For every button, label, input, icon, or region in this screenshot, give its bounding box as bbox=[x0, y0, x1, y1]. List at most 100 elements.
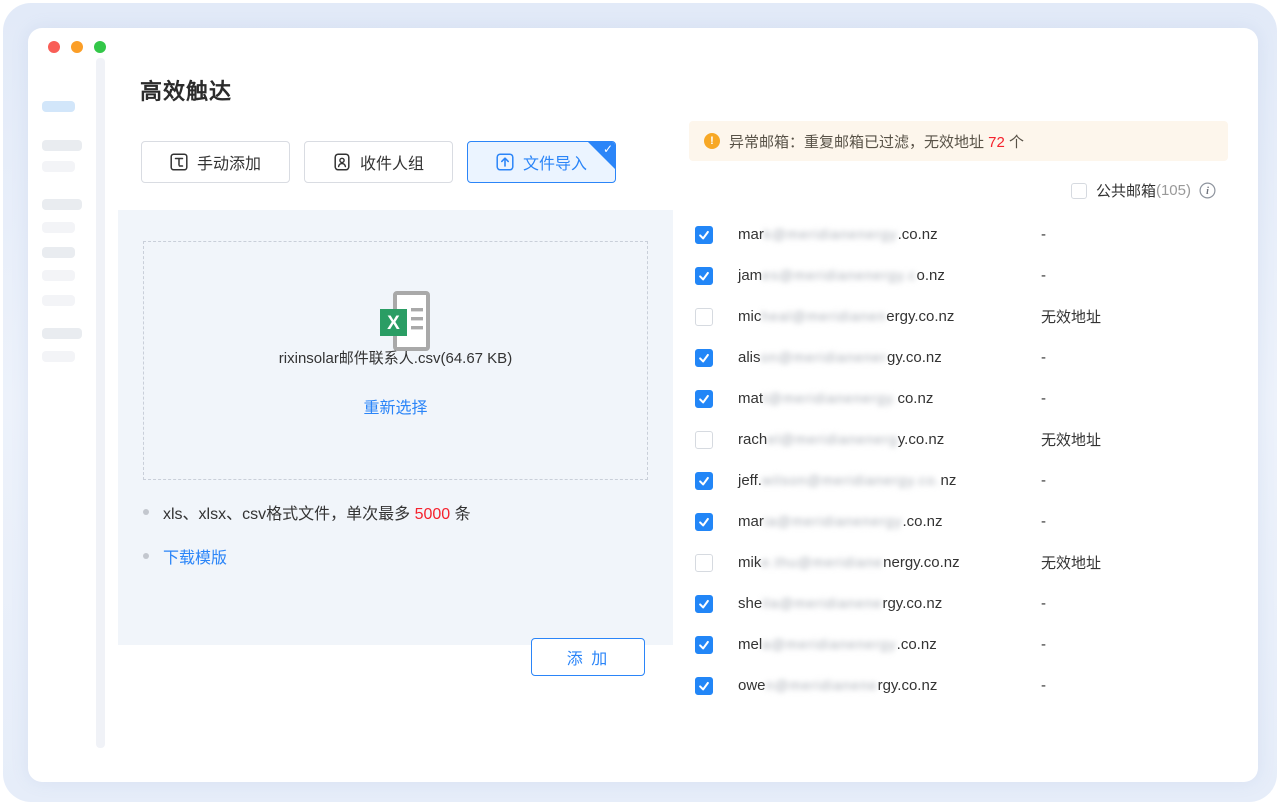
recipient-row: sheila@meridianenergy.co.nz - bbox=[689, 583, 1228, 624]
recipient-email: james@meridianenergy.co.nz bbox=[738, 267, 945, 284]
sidebar-item[interactable] bbox=[42, 161, 75, 172]
check-icon bbox=[698, 352, 710, 364]
recipient-row: james@meridianenergy.co.nz - bbox=[689, 255, 1228, 296]
minimize-window-button[interactable] bbox=[71, 41, 83, 53]
email-visible-prefix: mar bbox=[738, 513, 764, 530]
email-visible-prefix: mat bbox=[738, 390, 763, 407]
recipient-email: rachel@meridianenergy.co.nz bbox=[738, 431, 944, 448]
email-visible-suffix: rgy.co.nz bbox=[878, 677, 938, 694]
download-template-link[interactable]: 下载模版 bbox=[163, 544, 227, 568]
svg-text:X: X bbox=[387, 313, 400, 334]
svg-text:i: i bbox=[1206, 186, 1209, 197]
recipient-checkbox[interactable] bbox=[695, 226, 713, 244]
tab-manual-add[interactable]: 手动添加 bbox=[141, 141, 290, 183]
recipient-email: maria@meridianenergy.co.nz bbox=[738, 513, 942, 530]
zoom-window-button[interactable] bbox=[94, 41, 106, 53]
email-masked-middle: k@meridianenergy bbox=[764, 226, 898, 242]
recipient-checkbox[interactable] bbox=[695, 390, 713, 408]
recipient-email: mark@meridianenergy.co.nz bbox=[738, 226, 938, 243]
recipient-email: mela@meridianenergy.co.nz bbox=[738, 636, 937, 653]
email-masked-middle: n@meridianene bbox=[766, 677, 878, 693]
recipient-row: matt@meridianenergy.co.nz - bbox=[689, 378, 1228, 419]
sidebar-item[interactable] bbox=[42, 351, 75, 362]
add-button[interactable]: 添 加 bbox=[531, 638, 645, 676]
recipient-status: - bbox=[1041, 390, 1046, 407]
recipient-row: jeff.wilson@meridianergy.co.nz - bbox=[689, 460, 1228, 501]
app-window: 高效触达 手动添加 收件人组 bbox=[28, 28, 1258, 782]
tab-file-import[interactable]: 文件导入 ✓ bbox=[467, 141, 616, 183]
recipient-status: - bbox=[1041, 677, 1046, 694]
recipient-checkbox[interactable] bbox=[695, 349, 713, 367]
recipient-status: - bbox=[1041, 267, 1046, 284]
email-visible-prefix: mel bbox=[738, 636, 762, 653]
recipient-checkbox[interactable] bbox=[695, 513, 713, 531]
recipient-status: - bbox=[1041, 636, 1046, 653]
sidebar-item[interactable] bbox=[42, 247, 75, 258]
abnormal-mailbox-alert: ! 异常邮箱：重复邮箱已过滤，无效地址 72 个 bbox=[689, 121, 1228, 161]
alert-text: 个 bbox=[1005, 134, 1024, 151]
hint-text: 条 bbox=[450, 506, 470, 523]
recipient-status: - bbox=[1041, 595, 1046, 612]
add-method-tabs: 手动添加 收件人组 文件导入 ✓ bbox=[141, 141, 616, 183]
recipient-status: 无效地址 bbox=[1041, 429, 1101, 450]
sidebar-item[interactable] bbox=[42, 270, 75, 281]
recipient-list: mark@meridianenergy.co.nz - james@meridi… bbox=[689, 214, 1228, 706]
sidebar-item[interactable] bbox=[42, 328, 82, 339]
file-upload-panel: X rixinsolar邮件联系人.csv(64.67 KB) 重新选择 xls… bbox=[118, 210, 673, 645]
bullet-dot bbox=[143, 553, 149, 559]
recipient-email: alison@meridianenergy.co.nz bbox=[738, 349, 942, 366]
email-masked-middle: wilson@meridianergy.co. bbox=[762, 472, 941, 488]
email-visible-prefix: alis bbox=[738, 349, 761, 366]
window-controls bbox=[48, 41, 106, 53]
recipient-checkbox[interactable] bbox=[695, 636, 713, 654]
email-masked-middle: ila@meridianene bbox=[762, 595, 882, 611]
tab-recipient-group[interactable]: 收件人组 bbox=[304, 141, 453, 183]
recipient-row: alison@meridianenergy.co.nz - bbox=[689, 337, 1228, 378]
public-mailbox-checkbox[interactable] bbox=[1071, 183, 1087, 199]
recipient-email: jeff.wilson@meridianergy.co.nz bbox=[738, 472, 956, 489]
recipient-email: mike.thu@meridianenergy.co.nz bbox=[738, 554, 960, 571]
check-icon bbox=[698, 270, 710, 282]
sidebar-item[interactable] bbox=[42, 199, 82, 210]
invalid-count: 72 bbox=[988, 134, 1005, 151]
check-icon bbox=[698, 393, 710, 405]
check-icon bbox=[698, 229, 710, 241]
recipient-checkbox[interactable] bbox=[695, 595, 713, 613]
email-visible-suffix: nz bbox=[940, 472, 956, 489]
recipient-email: sheila@meridianenergy.co.nz bbox=[738, 595, 942, 612]
sidebar-divider bbox=[96, 58, 105, 748]
file-dropzone[interactable]: X rixinsolar邮件联系人.csv(64.67 KB) 重新选择 bbox=[143, 241, 648, 480]
email-visible-suffix: .co.nz bbox=[898, 226, 938, 243]
check-icon bbox=[698, 475, 710, 487]
reselect-file-link[interactable]: 重新选择 bbox=[363, 394, 427, 418]
email-masked-middle: on@meridianener bbox=[761, 349, 888, 365]
sidebar-item[interactable] bbox=[42, 222, 75, 233]
recipient-checkbox[interactable] bbox=[695, 308, 713, 326]
email-visible-prefix: mik bbox=[738, 554, 761, 571]
sidebar-item[interactable] bbox=[42, 295, 75, 306]
sidebar-item[interactable] bbox=[42, 140, 82, 151]
alert-text: 异常邮箱：重复邮箱已过滤，无效地址 bbox=[729, 134, 988, 151]
public-mailbox-count: (105) bbox=[1156, 182, 1191, 199]
email-visible-suffix: rgy.co.nz bbox=[882, 595, 942, 612]
check-icon bbox=[698, 680, 710, 692]
recipient-checkbox[interactable] bbox=[695, 472, 713, 490]
file-import-icon bbox=[496, 153, 514, 171]
recipient-email: matt@meridianenergy.co.nz bbox=[738, 390, 933, 407]
recipient-row: maria@meridianenergy.co.nz - bbox=[689, 501, 1228, 542]
recipient-checkbox[interactable] bbox=[695, 554, 713, 572]
info-icon[interactable]: i bbox=[1199, 182, 1216, 199]
email-visible-suffix: co.nz bbox=[897, 390, 933, 407]
recipient-checkbox[interactable] bbox=[695, 267, 713, 285]
warning-icon: ! bbox=[704, 133, 720, 149]
recipient-status: - bbox=[1041, 513, 1046, 530]
recipient-status: - bbox=[1041, 472, 1046, 489]
check-icon: ✓ bbox=[603, 142, 613, 156]
recipient-checkbox[interactable] bbox=[695, 431, 713, 449]
email-visible-prefix: mar bbox=[738, 226, 764, 243]
sidebar-item-active[interactable] bbox=[42, 101, 75, 112]
email-visible-suffix: y.co.nz bbox=[898, 431, 944, 448]
format-hint: xls、xlsx、csv格式文件，单次最多 5000 条 bbox=[143, 500, 471, 524]
recipient-checkbox[interactable] bbox=[695, 677, 713, 695]
close-window-button[interactable] bbox=[48, 41, 60, 53]
